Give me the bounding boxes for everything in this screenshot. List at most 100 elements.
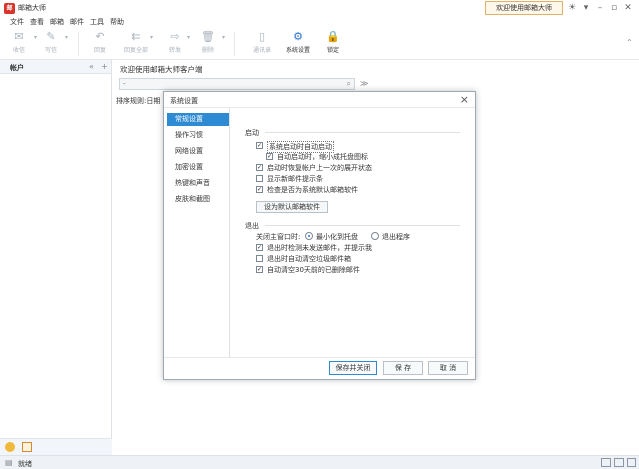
dialog-footer: 保存并关闭 保 存 取 消 bbox=[164, 357, 475, 379]
nav-general-settings[interactable]: 常规设置 bbox=[167, 113, 229, 126]
settings-icon: ⚙ bbox=[293, 30, 303, 43]
toolbar: ✉ 收信 ▾ ✎ 写信 ▾ ↶ 回复 ⇇ 回复全部 ▾ ⇨ 转发 ▾ 🗑 删除 … bbox=[0, 28, 639, 60]
contacts-button[interactable]: ▯ 通讯录 bbox=[244, 28, 280, 60]
accounts-label: 帐户 bbox=[10, 64, 24, 72]
tray-on-autostart-label[interactable]: 自动启动时，缩小成托盘图标 bbox=[277, 152, 368, 162]
exit-section-label: 退出 bbox=[245, 222, 259, 230]
dialog-title-bar: 系统设置 × bbox=[164, 92, 475, 108]
purge-deleted-checkbox[interactable]: ✓ bbox=[256, 266, 263, 273]
menu-bar: 文件 查看 邮箱 邮件 工具 帮助 bbox=[0, 17, 639, 27]
new-mail-tip-checkbox[interactable] bbox=[256, 175, 263, 182]
menu-mailbox[interactable]: 邮箱 bbox=[50, 17, 64, 27]
empty-junk-checkbox[interactable] bbox=[256, 255, 263, 262]
app-logo: 邮 bbox=[4, 3, 15, 14]
add-account-icon[interactable]: + bbox=[101, 62, 108, 71]
purge-deleted-label[interactable]: 自动清空30天前的已删除邮件 bbox=[267, 265, 360, 275]
calendar-icon[interactable] bbox=[22, 442, 32, 452]
nav-skins-screenshot[interactable]: 皮肤和截图 bbox=[167, 193, 229, 206]
main-welcome-text: 欢迎使用邮箱大师客户端 bbox=[120, 65, 203, 74]
menu-mail[interactable]: 邮件 bbox=[70, 17, 84, 27]
reply-icon: ↶ bbox=[95, 30, 105, 43]
search-options-icon[interactable]: ≫ bbox=[360, 79, 368, 88]
accounts-header: 帐户 « + bbox=[0, 60, 111, 74]
delete-dropdown-icon[interactable]: ▾ bbox=[222, 34, 225, 41]
toolbar-separator bbox=[234, 32, 235, 56]
section-divider bbox=[265, 132, 460, 133]
accounts-panel: 帐户 « + bbox=[0, 60, 112, 455]
save-and-close-button[interactable]: 保存并关闭 bbox=[329, 361, 377, 375]
reply-all-dropdown-icon[interactable]: ▾ bbox=[150, 34, 153, 41]
sort-rule-label[interactable]: 排序规则:日期 ( bbox=[116, 96, 165, 106]
nav-encryption-settings[interactable]: 加密设置 bbox=[167, 161, 229, 174]
status-icon: ▤ bbox=[5, 458, 13, 467]
title-bar: 邮 邮箱大师 欢迎使用邮箱大师 ☀ ▾ – ▫ ✕ bbox=[0, 0, 639, 17]
collapse-toolbar-icon[interactable]: ⌃ bbox=[626, 38, 633, 47]
compose-button[interactable]: ✎ 写信 bbox=[33, 28, 69, 60]
nav-network-settings[interactable]: 网络设置 bbox=[167, 145, 229, 158]
menu-help[interactable]: 帮助 bbox=[110, 17, 124, 27]
receive-mail-button[interactable]: ✉ 收信 bbox=[1, 28, 37, 60]
restore-expand-state-checkbox[interactable]: ✓ bbox=[256, 164, 263, 171]
autostart-checkbox[interactable]: ✓ bbox=[256, 142, 263, 149]
forward-button[interactable]: ⇨ 转发 bbox=[157, 28, 193, 60]
compose-dropdown-icon[interactable]: ▾ bbox=[65, 34, 68, 41]
lock-icon: 🔒 bbox=[326, 30, 340, 43]
compose-icon: ✎ bbox=[46, 30, 56, 43]
check-default-client-label[interactable]: 检查是否为系统默认邮箱软件 bbox=[267, 185, 358, 195]
reply-all-button[interactable]: ⇇ 回复全部 bbox=[118, 28, 154, 60]
layout-grid-icon[interactable] bbox=[614, 458, 624, 467]
save-button[interactable]: 保 存 bbox=[383, 361, 423, 375]
reply-all-icon: ⇇ bbox=[131, 30, 141, 43]
skin-icon[interactable]: ☀ bbox=[566, 2, 578, 14]
dropdown-menu-icon[interactable]: ▾ bbox=[580, 2, 592, 14]
trash-icon: 🗑 bbox=[201, 30, 215, 43]
new-mail-tip-label[interactable]: 显示新邮件提示条 bbox=[267, 174, 323, 184]
general-settings-content: 启动 ✓ 系统启动时自动启动 ✓ 自动启动时，缩小成托盘图标 ✓ 启动时恢复帐户… bbox=[231, 108, 475, 357]
cancel-button[interactable]: 取 消 bbox=[428, 361, 468, 375]
search-icon[interactable]: ⌕ bbox=[347, 79, 351, 89]
minimize-to-tray-radio[interactable] bbox=[305, 232, 313, 240]
check-unsent-checkbox[interactable]: ✓ bbox=[256, 244, 263, 251]
status-text: 就绪 bbox=[18, 460, 32, 468]
close-window-icon[interactable]: ✕ bbox=[622, 2, 634, 14]
app-title: 邮箱大师 bbox=[18, 4, 46, 12]
search-input[interactable]: - ⌕ bbox=[119, 78, 355, 90]
exit-program-label[interactable]: 退出程序 bbox=[382, 232, 410, 242]
maximize-icon[interactable]: ▫ bbox=[608, 2, 620, 14]
layout-split-icon[interactable] bbox=[601, 458, 611, 467]
tray-on-autostart-checkbox[interactable]: ✓ bbox=[266, 153, 273, 160]
minimize-to-tray-label[interactable]: 最小化到托盘 bbox=[316, 232, 358, 242]
restore-expand-state-label[interactable]: 启动时恢复帐户上一次的展开状态 bbox=[267, 163, 372, 173]
check-unsent-label[interactable]: 退出时检测未发送邮件，并提示我 bbox=[267, 243, 372, 253]
mail-app-icon[interactable] bbox=[5, 442, 15, 452]
dialog-close-icon[interactable]: × bbox=[460, 93, 469, 106]
contacts-icon: ▯ bbox=[258, 30, 266, 43]
welcome-banner[interactable]: 欢迎使用邮箱大师 bbox=[485, 1, 563, 15]
dialog-title: 系统设置 bbox=[170, 97, 198, 105]
reply-button[interactable]: ↶ 回复 bbox=[82, 28, 118, 60]
section-divider bbox=[265, 225, 460, 226]
settings-dialog: 系统设置 × 常规设置 操作习惯 网络设置 加密设置 热键和声音 皮肤和截图 启… bbox=[163, 91, 476, 380]
close-main-window-label: 关闭主窗口时: bbox=[256, 233, 301, 241]
lock-button[interactable]: 🔒 锁定 bbox=[315, 28, 351, 60]
check-default-client-checkbox[interactable]: ✓ bbox=[256, 186, 263, 193]
exit-program-radio[interactable] bbox=[371, 232, 379, 240]
bottom-tools bbox=[0, 438, 112, 455]
system-settings-button[interactable]: ⚙ 系统设置 bbox=[280, 28, 316, 60]
nav-hotkeys-sounds[interactable]: 热键和声音 bbox=[167, 177, 229, 190]
empty-junk-label[interactable]: 退出时自动清空垃圾邮件箱 bbox=[267, 254, 351, 264]
startup-section-label: 启动 bbox=[245, 129, 259, 137]
menu-tools[interactable]: 工具 bbox=[90, 17, 104, 27]
toolbar-separator bbox=[78, 32, 79, 56]
nav-operation-habits[interactable]: 操作习惯 bbox=[167, 129, 229, 142]
inbox-icon: ✉ bbox=[14, 30, 24, 43]
status-bar: ▤ 就绪 bbox=[0, 455, 639, 469]
minimize-icon[interactable]: – bbox=[594, 2, 606, 14]
search-value: - bbox=[123, 80, 126, 88]
set-default-client-button[interactable]: 设为默认邮箱软件 bbox=[256, 201, 328, 213]
menu-file[interactable]: 文件 bbox=[10, 17, 24, 27]
layout-single-icon[interactable] bbox=[627, 458, 636, 467]
collapse-panel-icon[interactable]: « bbox=[89, 62, 94, 71]
delete-button[interactable]: 🗑 删除 bbox=[190, 28, 226, 60]
menu-view[interactable]: 查看 bbox=[30, 17, 44, 27]
